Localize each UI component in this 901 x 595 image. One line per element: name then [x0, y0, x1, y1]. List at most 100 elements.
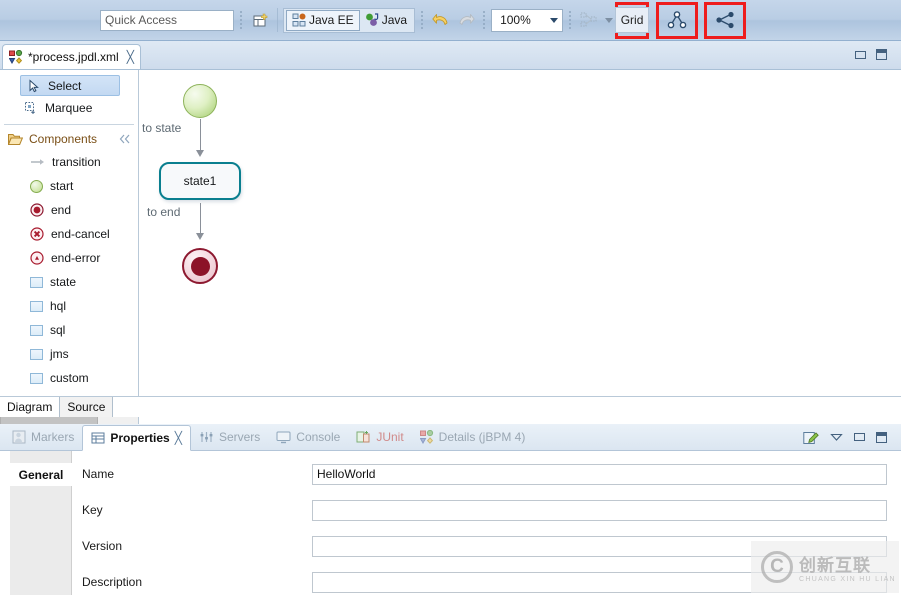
chevron-down-icon[interactable] — [550, 17, 559, 23]
edge-start-to-state1-line — [200, 119, 201, 152]
diagram-node-start[interactable] — [183, 84, 217, 118]
field-input-key[interactable] — [312, 499, 887, 521]
field-input-name[interactable]: HelloWorld — [312, 463, 887, 485]
eclipse-workbench-window: Quick Access Java EE Java 100% Grid *pro… — [0, 0, 901, 595]
diagram-node-state1-label: state1 — [183, 174, 217, 188]
edge-label-to-state: to state — [142, 121, 182, 135]
field-label-version: Version — [82, 539, 123, 553]
diagram-node-end[interactable] — [182, 248, 218, 284]
view-tab-junit[interactable]: JUnit — [348, 424, 411, 450]
layout-chevron-down-icon[interactable] — [605, 17, 614, 23]
redo-arrow-icon — [453, 8, 477, 32]
diagram-canvas[interactable]: to state state1 to end — [139, 70, 901, 408]
properties-side-tabs: General — [10, 451, 72, 595]
palette-item-end-error[interactable]: end-error — [0, 246, 138, 270]
edge-start-to-state1-arrow — [196, 150, 204, 157]
view-tab-properties[interactable]: Properties ╳ — [82, 424, 191, 451]
palette-item-sql[interactable]: sql — [0, 318, 138, 342]
form-row-name: Name HelloWorld — [82, 463, 887, 485]
minimize-icon[interactable] — [855, 50, 866, 59]
view-tab-markers-label: Markers — [31, 430, 75, 444]
state-node-icon — [30, 276, 43, 288]
edge-state1-to-end-arrow — [196, 233, 204, 240]
editor-tab-source-label: Source — [67, 400, 106, 414]
end-node-inner — [190, 256, 210, 276]
servers-icon — [200, 432, 213, 442]
palette-item-jms[interactable]: jms — [0, 342, 138, 366]
zoom-level-combo[interactable]: 100% — [491, 8, 564, 32]
console-icon — [276, 431, 291, 444]
palette-item-custom-label: custom — [50, 371, 89, 385]
watermark-logo-icon: C — [761, 551, 793, 583]
palette-tool-select-label: Select — [48, 78, 82, 93]
jms-node-icon — [30, 348, 43, 360]
grid-button[interactable]: Grid — [615, 7, 650, 33]
properties-side-tab-general[interactable]: General — [10, 463, 72, 486]
toolbar-grip-3[interactable] — [481, 7, 487, 33]
editor-tab-source[interactable]: Source — [60, 397, 114, 417]
palette-item-end-label: end — [51, 203, 72, 217]
markers-icon — [12, 430, 26, 444]
marquee-select-icon — [25, 102, 35, 114]
minimize-icon[interactable] — [854, 433, 865, 441]
toolbar-grip-4[interactable] — [567, 7, 573, 33]
main-toolbar: Quick Access Java EE Java 100% Grid — [0, 0, 901, 41]
editor-tab-diagram[interactable]: Diagram — [0, 397, 61, 417]
maximize-icon[interactable] — [876, 49, 887, 60]
toolbar-separator — [277, 8, 278, 32]
view-tab-details-jbpm-label: Details (jBPM 4) — [438, 430, 526, 444]
palette-tool-marquee[interactable]: Marquee — [0, 96, 138, 120]
form-row-key: Key — [82, 499, 887, 521]
palette-tool-marquee-label: Marquee — [45, 101, 93, 115]
palette-item-end-cancel-label: end-cancel — [51, 227, 110, 241]
perspective-java-ee-label: Java EE — [309, 13, 354, 27]
new-wizard-icon[interactable] — [248, 8, 272, 32]
close-icon[interactable]: ╳ — [175, 431, 182, 445]
node-graph-icon[interactable] — [665, 8, 689, 32]
palette-item-start[interactable]: start — [0, 174, 138, 198]
perspective-java-ee[interactable]: Java EE — [286, 9, 360, 31]
palette-item-transition[interactable]: transition — [0, 150, 138, 174]
toolbar-grip[interactable] — [238, 7, 244, 33]
share-button-highlight — [704, 1, 747, 39]
details-jbpm-icon — [419, 430, 433, 444]
end-node-icon — [30, 203, 44, 217]
view-tab-servers[interactable]: Servers — [191, 424, 268, 450]
perspective-java[interactable]: Java — [360, 10, 412, 31]
share-nodes-icon[interactable] — [713, 8, 737, 32]
palette-item-hql[interactable]: hql — [0, 294, 138, 318]
palette-item-end[interactable]: end — [0, 198, 138, 222]
editor-area: *process.jpdl.xml ╳ Select Marquee Compo… — [0, 41, 901, 426]
palette-item-end-cancel[interactable]: end-cancel — [0, 222, 138, 246]
palette-group-label: Components — [29, 132, 98, 146]
editor-bottom-tabs: Diagram Source — [0, 396, 901, 417]
editor-tab-diagram-label: Diagram — [7, 400, 53, 414]
palette-tool-select[interactable]: Select — [20, 75, 120, 96]
palette-item-custom[interactable]: custom — [0, 366, 138, 390]
palette-item-state[interactable]: state — [0, 270, 138, 294]
end-error-node-icon — [30, 251, 44, 265]
watermark-text: 创新互联 CHUANG XIN HU LIAN — [799, 551, 896, 583]
diagram-node-state1[interactable]: state1 — [159, 162, 241, 200]
editor-tab-process-jpdl[interactable]: *process.jpdl.xml ╳ — [2, 44, 141, 69]
double-chevron-icon[interactable] — [118, 133, 132, 145]
field-label-description: Description — [82, 575, 143, 589]
pin-edit-icon[interactable] — [803, 430, 819, 445]
palette-group-components[interactable]: Components — [0, 128, 138, 150]
perspective-switcher: Java EE Java — [283, 7, 416, 33]
view-menu-icon[interactable] — [830, 432, 843, 442]
properties-view-controls — [803, 430, 901, 445]
view-tab-console[interactable]: Console — [268, 424, 348, 450]
folder-open-icon — [8, 133, 23, 145]
view-tab-details-jbpm[interactable]: Details (jBPM 4) — [412, 424, 534, 450]
close-icon[interactable]: ╳ — [127, 50, 134, 64]
view-tab-junit-label: JUnit — [376, 430, 404, 444]
field-label-name: Name — [82, 467, 115, 481]
sql-node-icon — [30, 324, 43, 336]
undo-arrow-icon[interactable] — [429, 8, 453, 32]
quick-access-input[interactable]: Quick Access — [100, 9, 234, 31]
maximize-icon[interactable] — [876, 431, 887, 443]
toolbar-grip-2[interactable] — [419, 7, 425, 33]
view-tab-markers[interactable]: Markers — [4, 424, 82, 450]
editor-panel-controls — [855, 49, 887, 60]
